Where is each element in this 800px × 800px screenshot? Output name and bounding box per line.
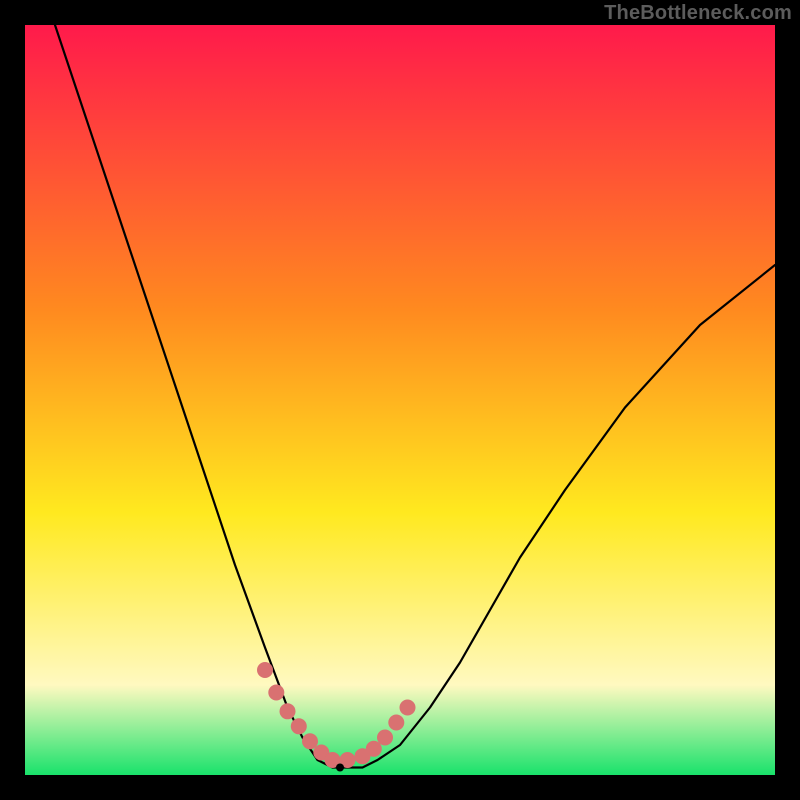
gradient-background <box>25 25 775 775</box>
marker-dot <box>388 715 404 731</box>
minimum-point <box>336 764 344 772</box>
marker-dot <box>257 662 273 678</box>
watermark-text: TheBottleneck.com <box>604 2 792 25</box>
marker-dot <box>268 685 284 701</box>
chart-frame: TheBottleneck.com <box>0 0 800 800</box>
marker-dot <box>291 718 307 734</box>
marker-dot <box>280 703 296 719</box>
marker-dot <box>400 700 416 716</box>
marker-dot <box>377 730 393 746</box>
bottleneck-chart <box>25 25 775 775</box>
